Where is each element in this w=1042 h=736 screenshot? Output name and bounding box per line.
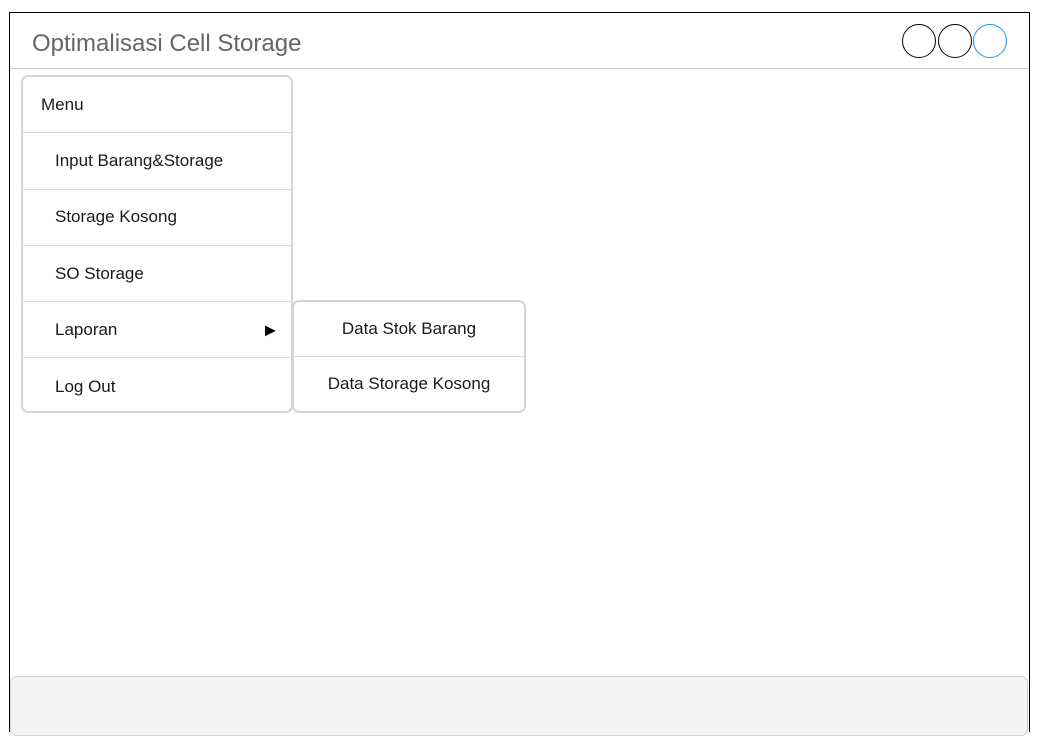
submenu-item-label: Data Stok Barang xyxy=(341,318,477,338)
menu-item-label: SO Storage xyxy=(55,263,144,283)
submenu-item-data-stok-barang[interactable]: Data Stok Barang xyxy=(294,302,524,357)
menu-item-so-storage[interactable]: SO Storage xyxy=(23,246,291,303)
laporan-submenu: Data Stok Barang Data Storage Kosong xyxy=(292,300,526,413)
bottom-bar xyxy=(10,676,1028,736)
window-title: Optimalisasi Cell Storage xyxy=(32,30,302,57)
app-window: Optimalisasi Cell Storage Menu Input Bar… xyxy=(9,12,1030,732)
window-control-circle-icon[interactable] xyxy=(902,24,936,58)
submenu-item-data-storage-kosong[interactable]: Data Storage Kosong xyxy=(294,357,524,412)
menu-header: Menu xyxy=(23,77,291,134)
title-bar: Optimalisasi Cell Storage xyxy=(10,13,1029,69)
window-control-circle-blue-icon[interactable] xyxy=(973,24,1007,58)
menu-item-laporan[interactable]: Laporan ▶ xyxy=(23,302,291,359)
menu-item-label: Input Barang&Storage xyxy=(55,150,224,170)
menu-item-label: Log Out xyxy=(55,376,116,396)
menu-item-label: Laporan xyxy=(55,319,118,339)
main-menu: Menu Input Barang&Storage Storage Kosong… xyxy=(21,75,293,413)
submenu-arrow-icon: ▶ xyxy=(265,321,276,338)
menu-item-log-out[interactable]: Log Out xyxy=(23,358,291,414)
menu-item-storage-kosong[interactable]: Storage Kosong xyxy=(23,190,291,246)
submenu-item-label: Data Storage Kosong xyxy=(327,373,491,393)
menu-item-label: Storage Kosong xyxy=(55,207,177,227)
window-control-circle-icon[interactable] xyxy=(938,24,972,58)
menu-item-input-barang-storage[interactable]: Input Barang&Storage xyxy=(23,133,291,190)
